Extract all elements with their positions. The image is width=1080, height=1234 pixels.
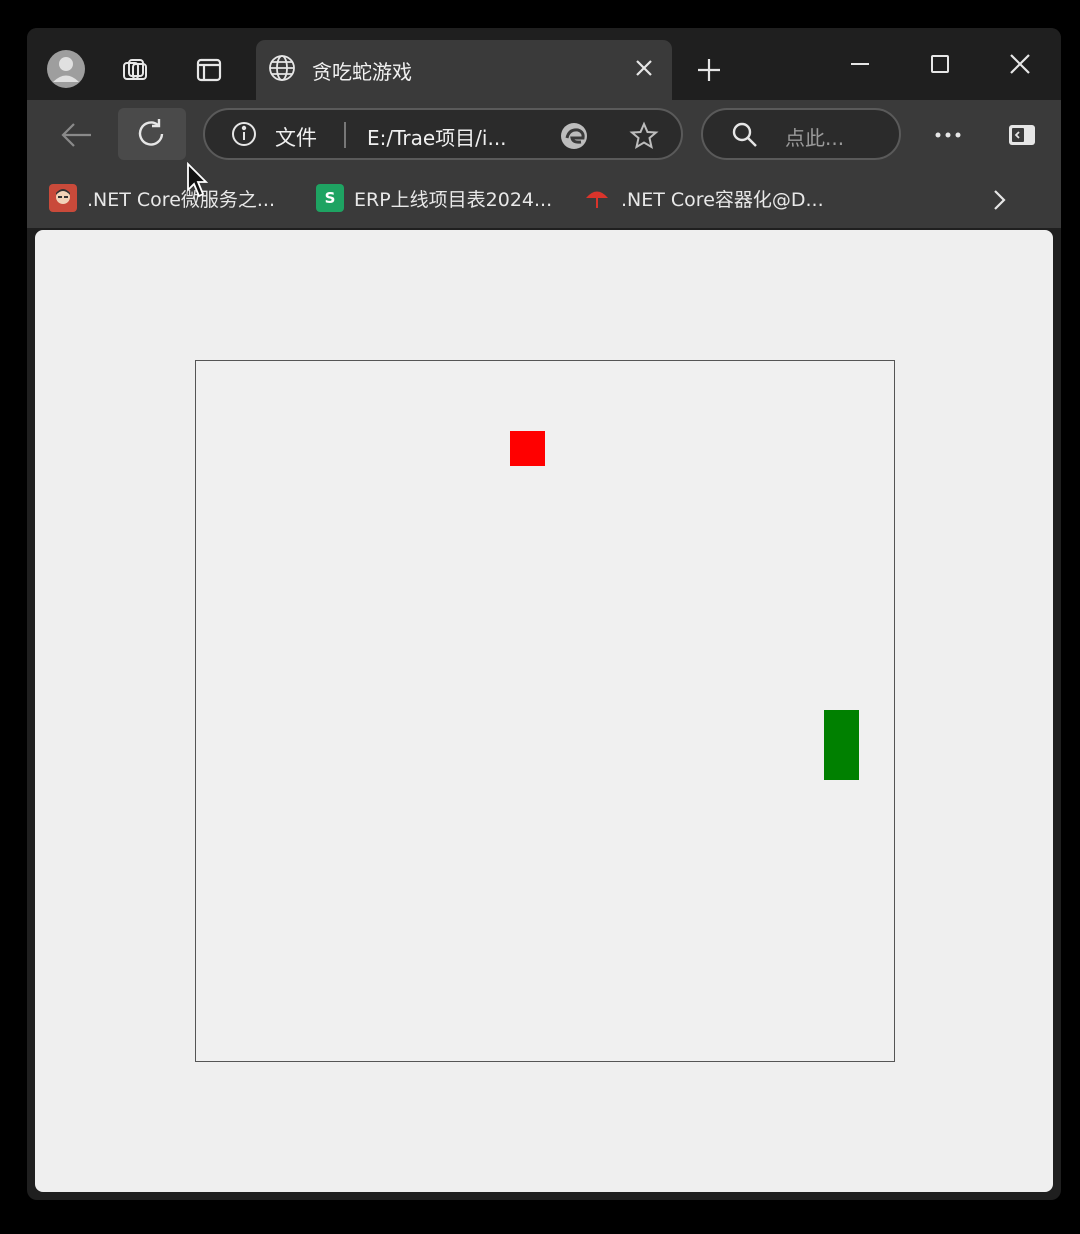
browser-window: 贪吃蛇游戏 文件 E:/Trae项目/i... 点此... .NET Core微… bbox=[27, 28, 1061, 1200]
game-canvas[interactable] bbox=[195, 360, 895, 1062]
chevron-right-icon[interactable] bbox=[985, 186, 1013, 214]
close-tab-icon[interactable] bbox=[632, 56, 656, 80]
bookmark-label: .NET Core微服务之... bbox=[87, 188, 275, 211]
search-placeholder: 点此... bbox=[785, 126, 845, 150]
bookmark-label: .NET Core容器化@D... bbox=[621, 188, 824, 211]
search-box[interactable]: 点此... bbox=[701, 108, 901, 160]
food-block bbox=[510, 430, 545, 466]
edge-icon[interactable] bbox=[559, 121, 589, 151]
close-window-icon[interactable] bbox=[1000, 44, 1040, 84]
info-icon[interactable] bbox=[231, 121, 257, 147]
tab-active[interactable]: 贪吃蛇游戏 bbox=[256, 40, 672, 100]
page-viewport bbox=[35, 230, 1053, 1192]
tab-actions-icon[interactable] bbox=[193, 54, 225, 86]
navigation-toolbar: 文件 E:/Trae项目/i... 点此... bbox=[27, 100, 1061, 172]
umbrella-icon bbox=[583, 184, 611, 212]
maximize-icon[interactable] bbox=[920, 44, 960, 84]
bookmark-item[interactable]: .NET Core微服务之... bbox=[49, 184, 275, 212]
sidebar-toggle-icon[interactable] bbox=[999, 112, 1045, 158]
bookmark-item[interactable]: S ERP上线项目表2024... bbox=[316, 184, 552, 212]
search-icon bbox=[731, 121, 759, 149]
favorite-star-icon[interactable] bbox=[629, 121, 659, 151]
address-separator bbox=[344, 122, 346, 148]
address-bar[interactable]: 文件 E:/Trae项目/i... bbox=[203, 108, 683, 160]
more-options-icon[interactable] bbox=[925, 112, 971, 158]
workspaces-icon[interactable] bbox=[119, 54, 151, 86]
tab-title: 贪吃蛇游戏 bbox=[312, 60, 412, 84]
spreadsheet-icon: S bbox=[316, 184, 344, 212]
mouse-cursor-icon bbox=[186, 161, 210, 200]
url-text[interactable]: E:/Trae项目/i... bbox=[367, 122, 507, 151]
profile-avatar-icon[interactable] bbox=[45, 48, 87, 90]
file-scheme-label: 文件 bbox=[275, 126, 317, 150]
snake-head bbox=[824, 710, 860, 745]
spreadsheet-letter: S bbox=[324, 189, 336, 207]
bookmarks-bar: .NET Core微服务之... S ERP上线项目表2024... .NET … bbox=[27, 172, 1061, 228]
back-button[interactable] bbox=[53, 112, 99, 158]
refresh-button[interactable] bbox=[118, 108, 186, 160]
new-tab-icon[interactable] bbox=[693, 54, 725, 86]
bookmark-item[interactable]: .NET Core容器化@D... bbox=[583, 184, 824, 212]
title-bar: 贪吃蛇游戏 bbox=[27, 28, 1061, 100]
minimize-icon[interactable] bbox=[840, 44, 880, 84]
globe-icon bbox=[268, 54, 296, 82]
snake-body-segment bbox=[824, 744, 860, 780]
bookmark-label: ERP上线项目表2024... bbox=[354, 188, 553, 211]
avatar-icon bbox=[49, 184, 77, 212]
